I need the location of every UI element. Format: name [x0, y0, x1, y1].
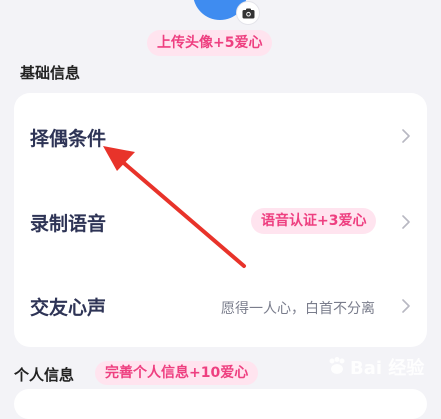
watermark-text: Bai 经验: [350, 358, 425, 379]
annotation-arrow: [103, 146, 246, 268]
paw-icon: [329, 357, 345, 374]
watermark: Bai 经验: [326, 350, 436, 384]
